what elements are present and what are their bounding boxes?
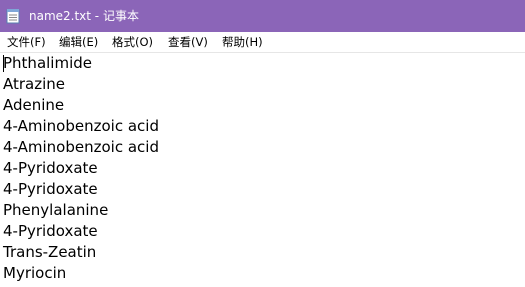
menu-view[interactable]: 查看(V) [168, 34, 208, 50]
text-line: Phenylalanine [3, 201, 109, 219]
notepad-icon [6, 9, 20, 24]
text-line: 4-Pyridoxate [3, 159, 98, 177]
title-bar[interactable]: name2.txt - 记事本 [0, 0, 525, 32]
menu-help[interactable]: 帮助(H) [222, 34, 263, 50]
text-line: Trans-Zeatin [3, 243, 97, 261]
menu-file[interactable]: 文件(F) [7, 34, 46, 50]
window-title: name2.txt - 记事本 [29, 9, 139, 23]
text-line: 4-Aminobenzoic acid [3, 138, 159, 156]
text-line: Phthalimide [3, 54, 92, 72]
notepad-window: name2.txt - 记事本 文件(F) 编辑(E) 格式(O) 查看(V) … [0, 0, 525, 287]
text-line: 4-Pyridoxate [3, 222, 98, 240]
text-line: 4-Pyridoxate [3, 180, 98, 198]
menu-bar: 文件(F) 编辑(E) 格式(O) 查看(V) 帮助(H) [0, 32, 525, 53]
text-line: Myriocin [3, 264, 67, 282]
text-line: Atrazine [3, 75, 66, 93]
menu-format[interactable]: 格式(O) [112, 34, 153, 50]
text-line: Adenine [3, 96, 65, 114]
text-editor-area[interactable]: Phthalimide Atrazine Adenine 4-Aminobenz… [0, 53, 525, 287]
menu-edit[interactable]: 编辑(E) [59, 34, 98, 50]
text-line: 4-Aminobenzoic acid [3, 117, 159, 135]
